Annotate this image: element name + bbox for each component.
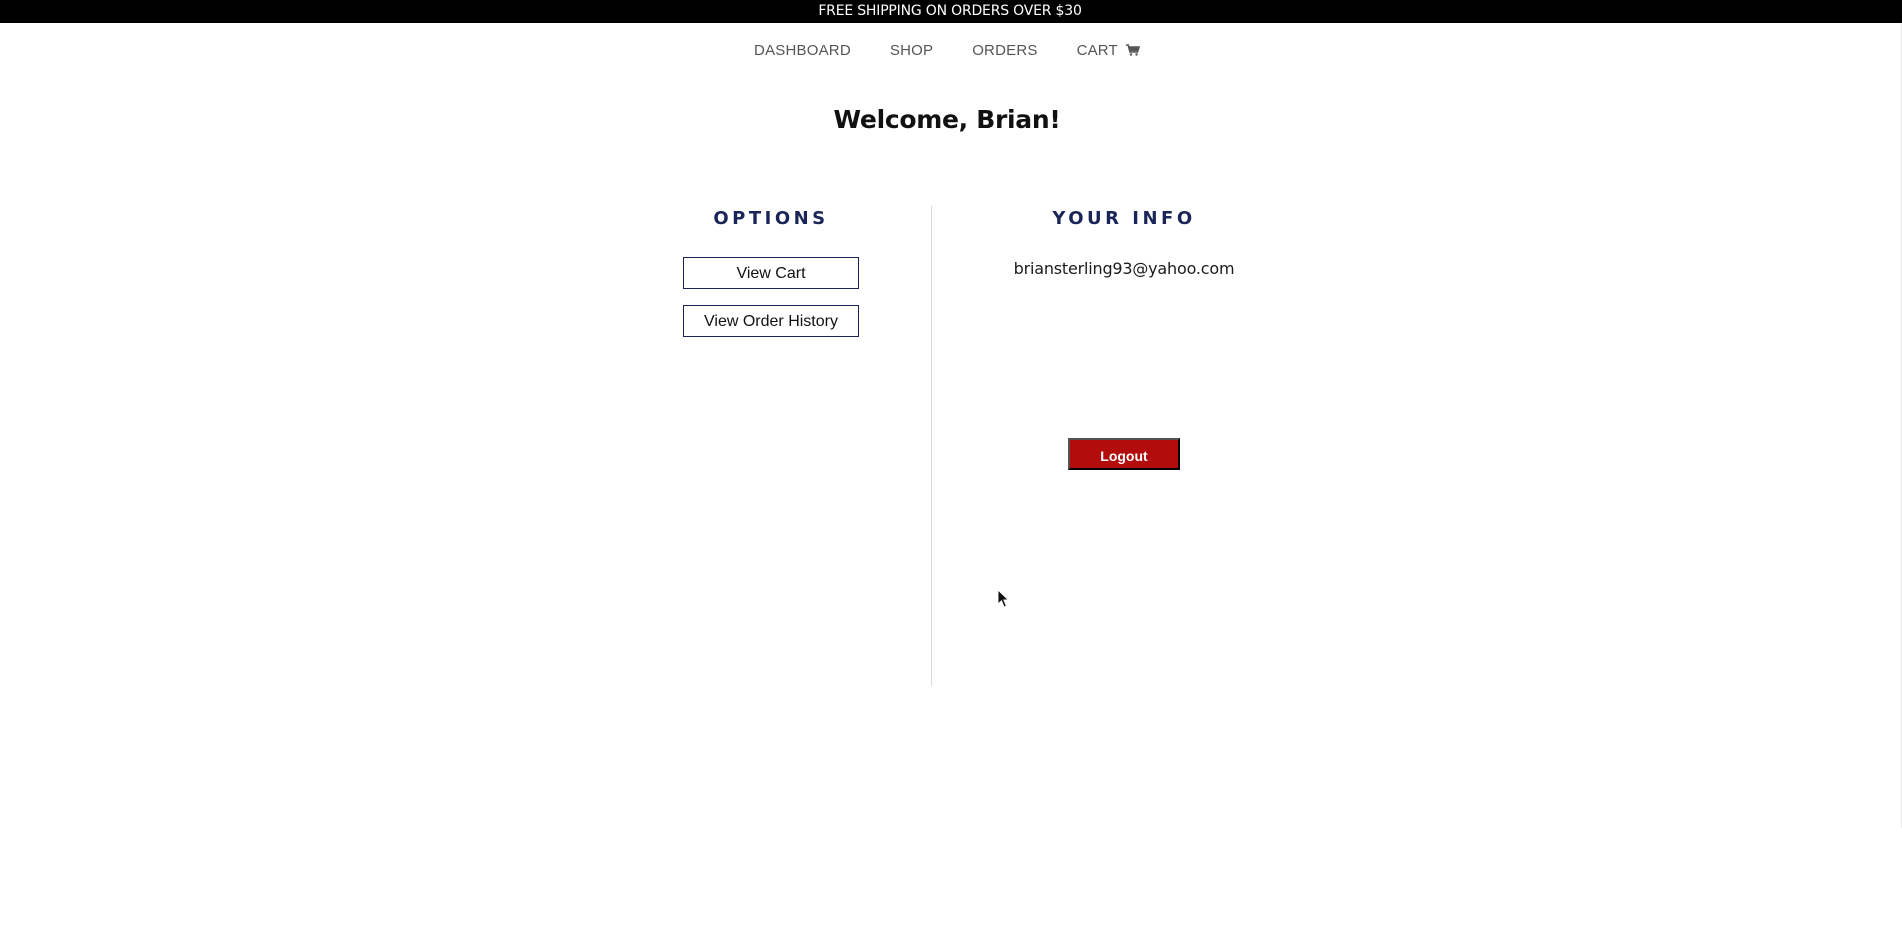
welcome-heading: Welcome, Brian! (833, 105, 1061, 134)
user-email: briansterling93@yahoo.com (1013, 259, 1235, 278)
your-info-heading: YOUR INFO (1052, 208, 1196, 229)
nav-orders-link[interactable]: ORDERS (972, 37, 1037, 63)
logout-button[interactable]: Logout (1068, 438, 1180, 470)
nav-cart-label: CART (1076, 41, 1118, 59)
promo-banner: FREE SHIPPING ON ORDERS OVER $30 (0, 0, 1902, 23)
nav-shop-link[interactable]: SHOP (890, 37, 933, 63)
nav-dashboard-link[interactable]: DASHBOARD (754, 37, 851, 63)
view-cart-button[interactable]: View Cart (683, 257, 859, 289)
options-heading: OPTIONS (713, 208, 829, 229)
vertical-divider (931, 206, 932, 686)
view-order-history-button[interactable]: View Order History (683, 305, 859, 337)
shopping-cart-icon (1125, 44, 1140, 56)
mouse-pointer-icon (998, 590, 1010, 608)
nav-cart-link[interactable]: CART (1077, 37, 1140, 63)
main-navigation: DASHBOARD SHOP ORDERS CART (0, 37, 1894, 63)
